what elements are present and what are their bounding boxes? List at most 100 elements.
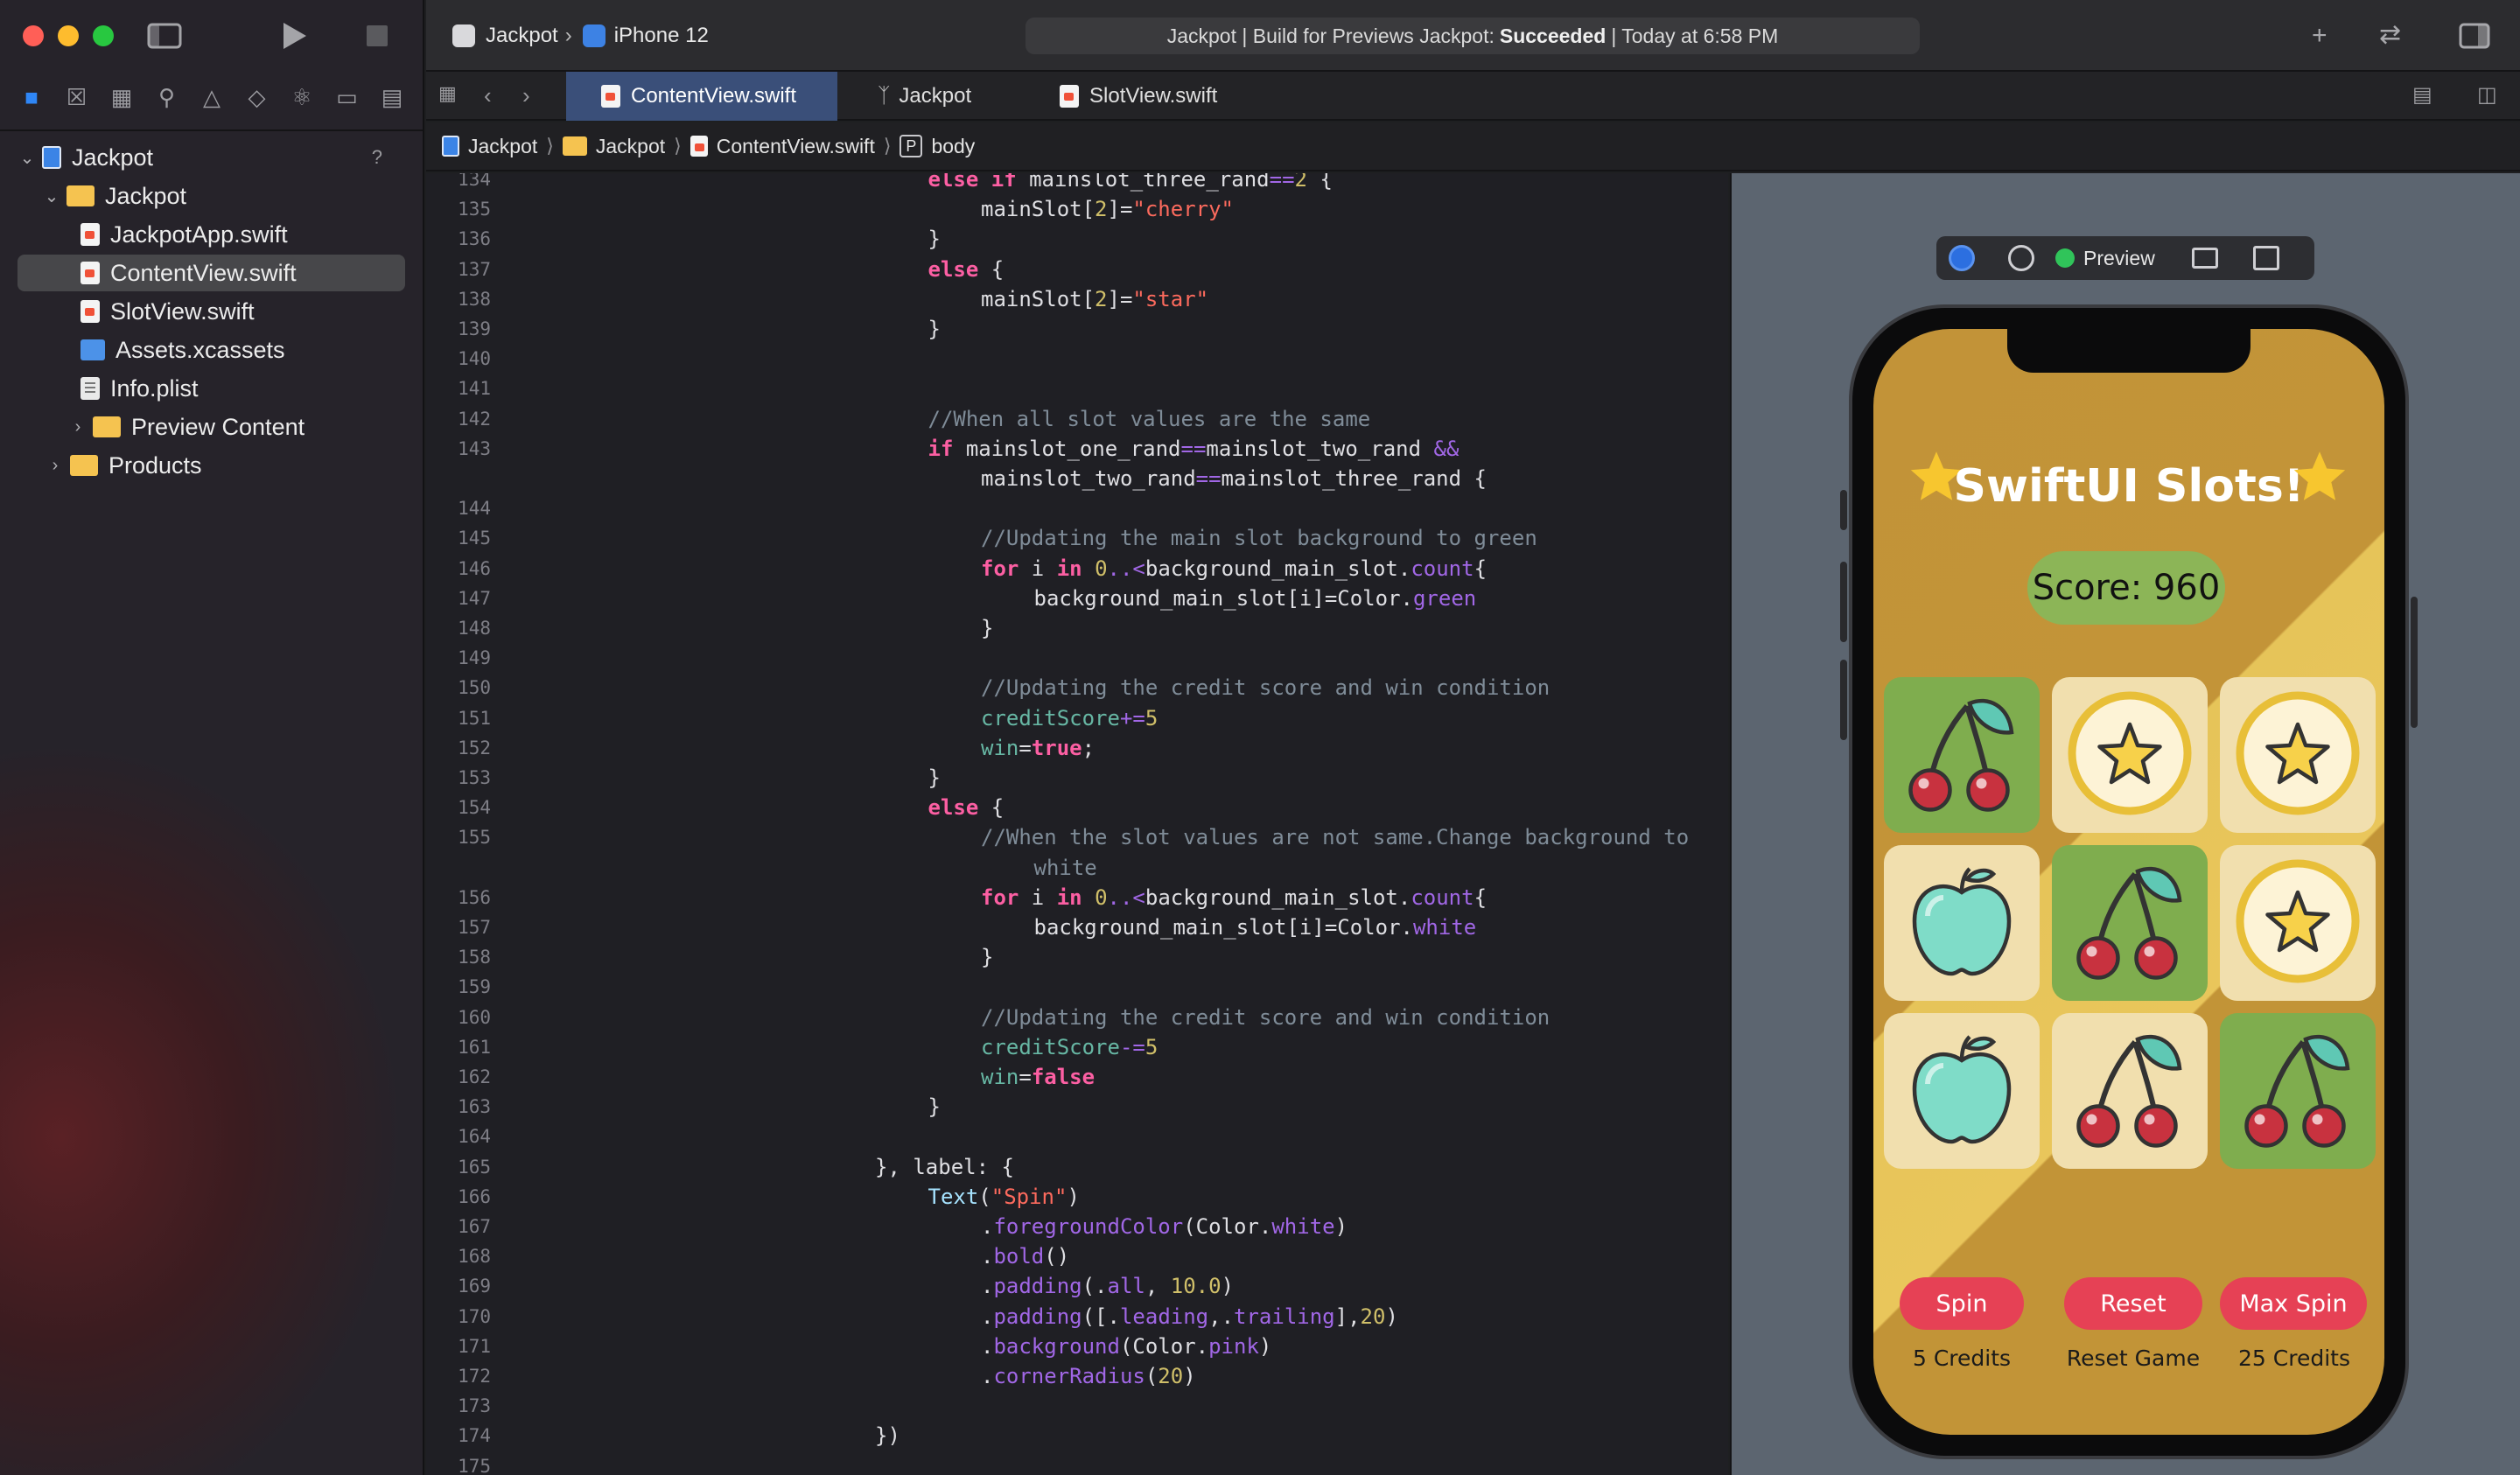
tree-file-slotview[interactable]: SlotView.swift [75, 293, 405, 330]
run-destination[interactable]: iPhone 12 [614, 24, 709, 48]
tree-item-label: ContentView.swift [110, 259, 297, 286]
breadcrumb-item[interactable]: body [931, 135, 975, 158]
code-token: count [1410, 884, 1474, 910]
breadcrumb-item[interactable]: Jackpot [468, 135, 537, 158]
line-number: 148 [458, 618, 491, 639]
tree-project-jackpot[interactable]: ⌄ Jackpot ? [18, 139, 405, 176]
plist-file-icon [80, 377, 100, 400]
star-icon [2293, 451, 2346, 500]
code-line: //When the slot values are not same.Chan… [981, 822, 1689, 852]
code-token: green [1412, 585, 1477, 611]
back-icon[interactable]: ‹ [484, 82, 492, 109]
selectable-mode-icon[interactable] [2008, 245, 2034, 271]
line-number: 151 [458, 707, 491, 729]
code-token: padding [993, 1274, 1082, 1299]
code-line: mainslot_two_rand==mainslot_three_rand { [981, 464, 1487, 493]
code-token: 2 [1095, 286, 1108, 311]
slot-apple [1884, 845, 2040, 1001]
tree-file-infoplist[interactable]: Info.plist [75, 370, 405, 407]
breadcrumb-item[interactable]: Jackpot [596, 135, 665, 158]
duplicate-preview-icon[interactable] [2252, 246, 2279, 270]
code-token: mainslot_three_rand [1029, 173, 1270, 192]
spin-button[interactable]: Spin [1900, 1277, 2024, 1330]
plus-icon[interactable]: + [2312, 21, 2328, 51]
line-number: 153 [458, 767, 491, 788]
apple-icon [1896, 856, 2027, 991]
code-token: padding [993, 1304, 1082, 1329]
tree-group-jackpot[interactable]: ⌄ Jackpot [42, 178, 405, 214]
code-review-icon[interactable]: ⇄ [2379, 19, 2401, 50]
issue-icon[interactable]: △ [200, 84, 224, 110]
folder-icon[interactable]: ■ [19, 84, 44, 110]
symbol-icon[interactable]: ▦ [109, 84, 134, 110]
line-number: 170 [458, 1305, 491, 1327]
code-token: . [981, 1333, 994, 1359]
chevron-down-icon[interactable]: ⌄ [18, 147, 37, 169]
code-token: { [978, 256, 1004, 282]
toolbar: Jackpot › iPhone 12 Jackpot | Build for … [426, 0, 2520, 72]
tree-file-contentview[interactable]: ContentView.swift [18, 255, 405, 291]
code-token: } [981, 616, 994, 640]
source-editor[interactable]: 134 else if mainslot_three_rand==2 {135 ma… [426, 173, 1728, 1475]
inspector-toggle-icon[interactable] [2459, 23, 2490, 49]
chevron-right-icon: ⟩ [674, 135, 682, 157]
scheme-selector[interactable]: Jackpot › iPhone 12 [452, 21, 709, 51]
code-token: } [981, 945, 994, 970]
code-line: for i in 0..<background_main_slot.count{ [981, 883, 1487, 912]
run-button[interactable] [280, 21, 308, 51]
report-icon[interactable]: ▤ [380, 84, 404, 110]
power-button [2411, 597, 2418, 728]
preview-label[interactable]: Preview [2083, 247, 2155, 270]
code-token: } [928, 227, 941, 252]
chevron-right-icon[interactable]: › [46, 456, 65, 476]
chevron-down-icon[interactable]: ⌄ [42, 185, 61, 207]
code-token: . [981, 1304, 994, 1329]
code-token: . [981, 1244, 994, 1269]
folder-icon [70, 455, 98, 476]
tab-contentview[interactable]: ContentView.swift [566, 72, 837, 121]
live-preview-icon[interactable] [1949, 245, 1975, 271]
reset-button[interactable]: Reset [2064, 1277, 2202, 1330]
find-icon[interactable]: ⚲ [155, 84, 179, 110]
forward-icon[interactable]: › [522, 82, 530, 109]
code-token: in [1056, 884, 1096, 910]
code-token: 0 [1095, 556, 1108, 581]
code-line: mainSlot[2]="star" [981, 284, 1208, 314]
minimize-window-button[interactable] [58, 25, 79, 46]
breakpoint-icon[interactable]: ▭ [335, 84, 360, 110]
sidebar-toggle-icon[interactable] [147, 23, 182, 49]
mute-switch [1840, 490, 1847, 530]
max-spin-button[interactable]: Max Spin [2220, 1277, 2367, 1330]
adjust-editor-icon[interactable]: ▤ [2412, 82, 2432, 108]
xcode-project-icon [42, 146, 61, 169]
breadcrumb-item[interactable]: ContentView.swift [717, 135, 875, 158]
close-window-button[interactable] [23, 25, 44, 46]
stop-button[interactable] [366, 24, 388, 47]
source-control-icon[interactable]: ☒ [65, 84, 89, 110]
code-token: { [978, 795, 1004, 821]
line-number: 139 [458, 318, 491, 339]
add-editor-icon[interactable]: ◫ [2477, 82, 2497, 108]
code-token: win [981, 735, 1019, 760]
code-token: trailing [1234, 1304, 1335, 1329]
grid-icon[interactable]: ▦ [438, 82, 457, 105]
tree-group-preview-content[interactable]: › Preview Content [68, 409, 405, 445]
code-line: creditScore-=5 [981, 1032, 1158, 1062]
code-token: else if [928, 173, 1030, 192]
tab-slotview[interactable]: SlotView.swift [1060, 72, 1217, 121]
tree-file-jackpotapp[interactable]: JackpotApp.swift [75, 216, 405, 253]
chevron-right-icon[interactable]: › [68, 417, 88, 437]
debug-icon[interactable]: ⚛ [290, 84, 314, 110]
tree-file-assets[interactable]: Assets.xcassets [75, 332, 405, 368]
code-token: == [1269, 173, 1295, 192]
line-number: 134 [458, 173, 491, 190]
code-token: ]= [1107, 197, 1133, 222]
test-icon[interactable]: ◇ [245, 84, 270, 110]
device-settings-icon[interactable] [2191, 248, 2218, 269]
line-number: 156 [458, 886, 491, 908]
tree-group-products[interactable]: › Products [46, 447, 405, 484]
zoom-window-button[interactable] [93, 25, 114, 46]
tab-jackpot[interactable]: ᛉ Jackpot [878, 72, 971, 121]
code-token: Text [928, 1184, 979, 1209]
code-line: mainSlot[2]="cherry" [981, 194, 1234, 224]
